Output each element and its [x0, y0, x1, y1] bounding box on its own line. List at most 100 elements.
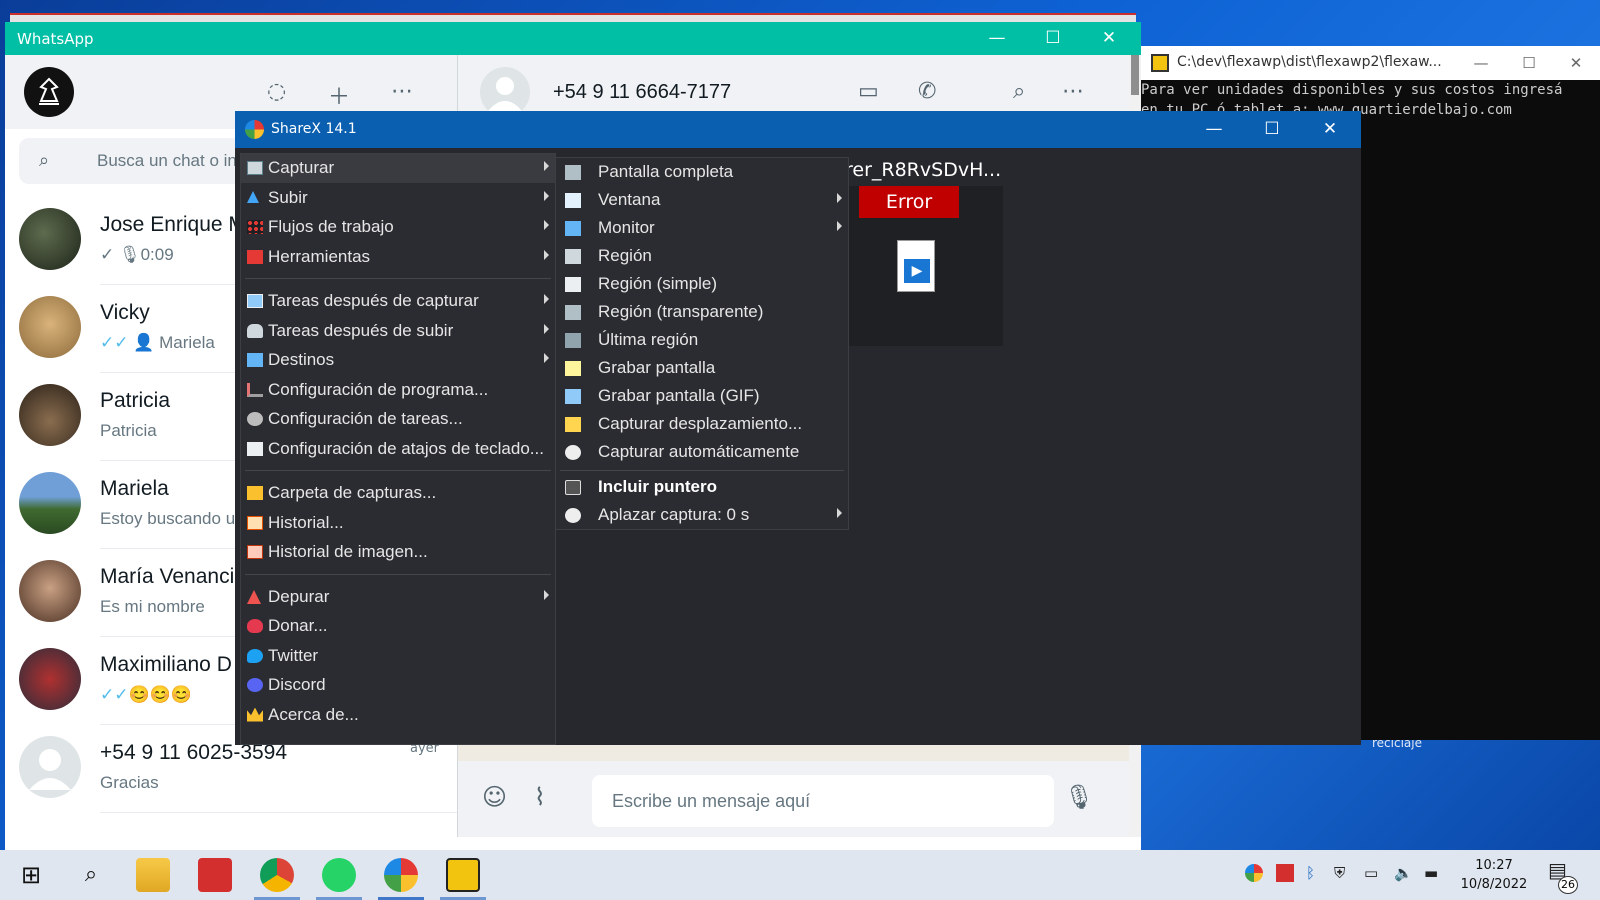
thumbnail[interactable]: Error ▶ — [845, 186, 1003, 346]
menu-item-carpeta-de-capturas[interactable]: Carpeta de capturas... — [241, 479, 555, 508]
menu-item-herramientas[interactable]: Herramientas — [241, 243, 555, 272]
menu-item-twitter[interactable]: Twitter — [241, 642, 555, 671]
maximize-icon[interactable]: ☐ — [1505, 46, 1553, 80]
mic-icon[interactable]: 🎙 — [1064, 783, 1094, 811]
notification-badge: 26 — [1558, 876, 1578, 894]
bluetooth-icon[interactable]: ᛒ — [1306, 864, 1315, 882]
maximize-icon[interactable]: ☐ — [1243, 111, 1301, 148]
maximize-icon[interactable]: ☐ — [1025, 22, 1081, 55]
capture-item-region-transparente[interactable]: Región (transparente) — [556, 298, 848, 327]
menu-item-discord[interactable]: Discord — [241, 671, 555, 700]
my-avatar[interactable] — [24, 67, 74, 117]
capture-item-region[interactable]: Región — [556, 242, 848, 271]
menu-item-historial-de-imagen[interactable]: Historial de imagen... — [241, 538, 555, 567]
destinations-icon — [247, 353, 263, 367]
chrome-icon[interactable] — [260, 858, 294, 892]
chat-name: Patricia — [100, 389, 171, 412]
menu-item-depurar[interactable]: Depurar — [241, 583, 555, 612]
capture-item-pantalla-completa[interactable]: Pantalla completa — [556, 158, 848, 187]
chat-preview: ✓ 🎙0:09 — [100, 245, 174, 264]
python-console-icon[interactable] — [446, 858, 480, 892]
capture-icon — [247, 161, 263, 175]
minimize-icon[interactable]: — — [1185, 111, 1243, 148]
menu-item-donar[interactable]: Donar... — [241, 612, 555, 641]
status-icon[interactable]: ◌ — [267, 79, 286, 104]
region-simple-icon — [565, 277, 581, 292]
menu-item-label: Historial... — [268, 512, 344, 532]
menu-item-label: Acerca de... — [268, 704, 359, 724]
message-box — [592, 775, 1054, 827]
menu-icon[interactable]: ⋯ — [391, 79, 413, 104]
discord-icon — [247, 678, 263, 692]
message-input[interactable] — [612, 787, 1032, 815]
menu-item-configuraci-n-de-atajos-de-teclado[interactable]: Configuración de atajos de teclado... — [241, 435, 555, 464]
video-call-icon[interactable]: ▭ — [858, 79, 879, 104]
menu-item-label: Configuración de programa... — [268, 379, 489, 399]
security-icon[interactable]: ⛨ — [1334, 864, 1345, 882]
menu-item-acerca-de[interactable]: Acerca de... — [241, 701, 555, 730]
default-avatar-icon[interactable] — [480, 67, 530, 117]
window-icon — [565, 193, 581, 208]
menu-item-destinos[interactable]: Destinos — [241, 346, 555, 375]
capture-item-grabar-pantalla[interactable]: Grabar pantalla — [556, 354, 848, 383]
menu-item-configuraci-n-de-programa[interactable]: Configuración de programa... — [241, 376, 555, 405]
python-icon — [1151, 54, 1169, 72]
minimize-icon[interactable]: — — [969, 22, 1025, 55]
clock-date: 10/8/2022 — [1460, 877, 1528, 892]
capture-item-incluir-puntero[interactable]: Incluir puntero — [556, 473, 848, 502]
close-icon[interactable]: ✕ — [1552, 46, 1600, 80]
person-icon: 👤 — [133, 333, 155, 352]
search-icon[interactable]: ⌕ — [1013, 79, 1025, 104]
sharex-icon[interactable] — [384, 858, 418, 892]
menu-item-label: Última región — [598, 330, 699, 349]
search-icon[interactable]: ⌕ — [74, 858, 108, 892]
volume-icon[interactable]: 🔈 — [1394, 864, 1413, 882]
contact-name[interactable]: +54 9 11 6664-7177 — [553, 81, 731, 104]
battery-icon[interactable]: ▬ — [1424, 864, 1438, 882]
region-transparent-icon — [565, 305, 581, 320]
capture-item-region-simple[interactable]: Región (simple) — [556, 270, 848, 299]
close-icon[interactable]: ✕ — [1301, 111, 1359, 148]
cursor-icon — [565, 480, 581, 495]
folder-icon — [247, 486, 263, 500]
sharex-tray-icon[interactable] — [1245, 864, 1263, 882]
capture-item-aplazar-captura-0-s[interactable]: Aplazar captura: 0 s — [556, 501, 848, 530]
emoji-icon[interactable]: ☺ — [482, 783, 507, 811]
capture-item-ventana[interactable]: Ventana — [556, 186, 848, 215]
menu-item-flujos-de-trabajo[interactable]: Flujos de trabajo — [241, 213, 555, 242]
capture-item-monitor[interactable]: Monitor — [556, 214, 848, 243]
chat-name: Jose Enrique M — [100, 213, 246, 236]
anydesk-tray-icon[interactable] — [1276, 864, 1294, 882]
file-explorer-icon[interactable] — [136, 858, 170, 892]
menu-item-label: Tareas después de capturar — [268, 291, 479, 310]
windows-start-icon[interactable]: ⊞ — [14, 858, 48, 892]
menu-item-configuraci-n-de-tareas[interactable]: Configuración de tareas... — [241, 405, 555, 434]
phone-icon[interactable]: ✆ — [918, 79, 936, 104]
menu-item-historial[interactable]: Historial... — [241, 509, 555, 538]
clock[interactable]: 10:27 10/8/2022 — [1452, 856, 1536, 894]
chat-preview: Patricia — [100, 421, 157, 440]
close-icon[interactable]: ✕ — [1081, 22, 1137, 55]
workflows-icon — [247, 220, 263, 234]
whatsapp-icon[interactable] — [322, 858, 356, 892]
menu-item-label: Monitor — [598, 218, 655, 237]
menu-separator — [560, 470, 844, 471]
attach-icon[interactable]: ⌇ — [534, 783, 546, 811]
capture-item-capturar-automaticamente[interactable]: Capturar automáticamente — [556, 438, 848, 467]
menu-icon[interactable]: ⋯ — [1062, 79, 1084, 104]
new-chat-icon[interactable]: ＋ — [328, 79, 350, 111]
menu-item-subir[interactable]: Subir — [241, 184, 555, 213]
avatar — [19, 560, 81, 622]
capture-item-capturar-desplazamiento[interactable]: Capturar desplazamiento... — [556, 410, 848, 439]
menu-item-capturar[interactable]: Capturar — [241, 154, 555, 183]
menu-item-label: Grabar pantalla — [598, 358, 716, 377]
fullscreen-icon — [565, 165, 581, 180]
capture-item-ultima-region[interactable]: Última región — [556, 326, 848, 355]
menu-item-label: Incluir puntero — [598, 477, 717, 496]
anydesk-icon[interactable] — [198, 858, 232, 892]
network-icon[interactable]: ▭ — [1364, 864, 1378, 882]
minimize-icon[interactable]: — — [1457, 46, 1505, 80]
capture-item-grabar-pantalla-gif[interactable]: Grabar pantalla (GIF) — [556, 382, 848, 411]
menu-item-tareas-despu-s-de-subir[interactable]: Tareas después de subir — [241, 317, 555, 346]
menu-item-tareas-despu-s-de-capturar[interactable]: Tareas después de capturar — [241, 287, 555, 316]
